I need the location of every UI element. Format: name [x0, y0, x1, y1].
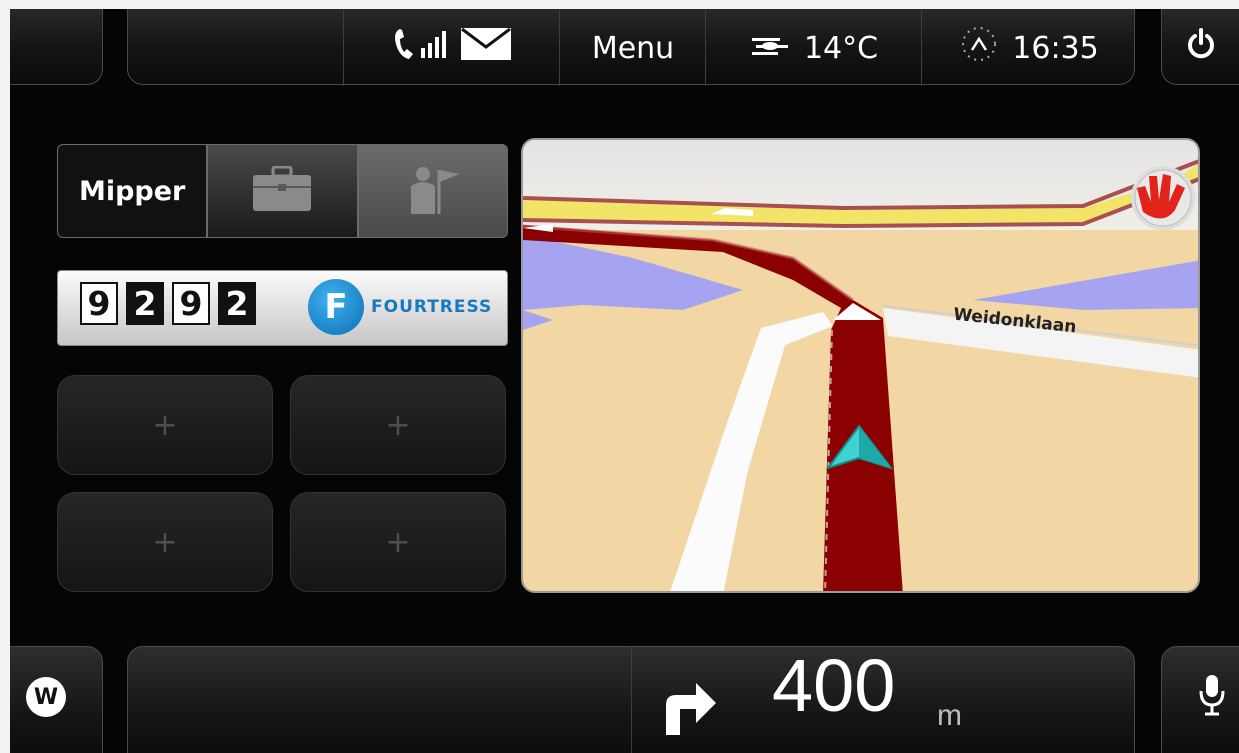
side-road-left: [670, 312, 833, 591]
weather-wind-icon: [750, 31, 790, 66]
briefcase-icon: [251, 165, 313, 216]
navigation-screen: Menu 14°C 16:35 Mipper 9 2 9 2 F FOURTRE…: [10, 9, 1239, 753]
profile-name: Mipper: [78, 175, 186, 207]
plate-digit: 9: [80, 282, 118, 325]
water-area-left-small: [523, 310, 553, 330]
temperature: 14°C: [803, 30, 879, 66]
water-area-right: [973, 260, 1198, 310]
shortcut-slot[interactable]: +: [57, 375, 273, 475]
shortcut-slot[interactable]: +: [57, 492, 273, 592]
brand-name: FOURTRESS: [371, 297, 493, 317]
profile-tab-personal[interactable]: Mipper: [57, 144, 208, 238]
phone-icon: [392, 27, 418, 69]
voice-command-button[interactable]: [1161, 646, 1239, 753]
menu-button[interactable]: Menu: [559, 10, 706, 86]
plate-digits: 9 2 9 2: [80, 282, 264, 325]
plate-digit: 9: [172, 282, 210, 325]
clock-icon: [960, 25, 998, 71]
clock-status[interactable]: 16:35: [921, 10, 1137, 86]
profile-tab-tourist[interactable]: [357, 144, 508, 238]
tomtom-hand-icon: [1131, 166, 1195, 230]
w-icon: W: [26, 677, 66, 717]
weather-status[interactable]: 14°C: [705, 10, 922, 86]
distance-value: 400: [772, 644, 896, 727]
shortcut-slot[interactable]: +: [290, 375, 506, 475]
microphone-icon: [1198, 673, 1226, 721]
turn-right-arrow-icon: [658, 677, 718, 739]
w-button[interactable]: W: [10, 646, 103, 753]
shortcut-slot[interactable]: +: [290, 492, 506, 592]
power-icon: [1186, 28, 1216, 64]
brand-initial: F: [324, 287, 348, 327]
add-icon: +: [385, 524, 411, 560]
license-plate-card[interactable]: 9 2 9 2 F FOURTRESS: [57, 270, 508, 346]
top-left-button[interactable]: [10, 9, 103, 85]
status-blank: [128, 10, 343, 86]
tourist-flag-icon: [405, 164, 461, 218]
plate-digit: 2: [218, 282, 256, 325]
communication-status[interactable]: [343, 10, 560, 86]
navigation-map[interactable]: Weidonklaan: [521, 138, 1200, 593]
guidance-bar: 400 m: [127, 644, 1137, 753]
profile-tabs: Mipper: [57, 144, 508, 238]
fourtress-logo-icon: F: [308, 279, 364, 335]
plate-digit: 2: [126, 282, 164, 325]
power-button[interactable]: [1161, 9, 1239, 85]
next-instruction[interactable]: 400 m: [631, 644, 1137, 753]
add-icon: +: [385, 407, 411, 443]
add-icon: +: [152, 524, 178, 560]
clock-time: 16:35: [1012, 30, 1099, 66]
menu-label: Menu: [591, 30, 675, 66]
map-drawing: [523, 140, 1198, 591]
mail-icon: [460, 27, 512, 69]
distance-unit: m: [937, 699, 962, 732]
status-bar: Menu 14°C 16:35: [127, 9, 1137, 86]
add-icon: +: [152, 407, 178, 443]
profile-tab-work[interactable]: [207, 144, 358, 238]
signal-icon: [420, 30, 446, 66]
